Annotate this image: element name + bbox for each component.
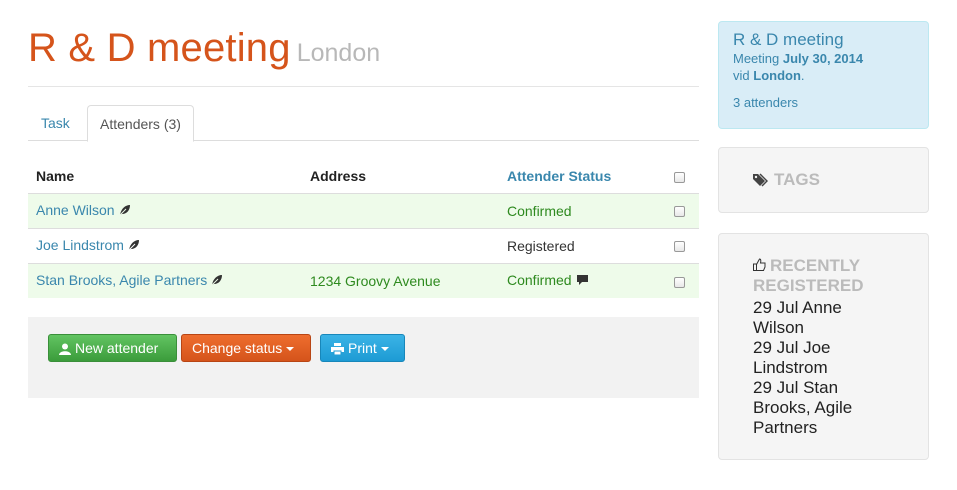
- column-header-address[interactable]: Address: [302, 159, 499, 193]
- change-status-label: Change status: [192, 340, 283, 356]
- page-header: R & D meeting London: [28, 26, 380, 71]
- recent-item: 29 Jul Joe Lindstrom: [753, 338, 831, 377]
- page-subtitle: London: [296, 39, 381, 67]
- thumbs-up-icon: [753, 258, 766, 271]
- tags-box: TAGS: [718, 147, 929, 213]
- attenders-table: Name Address Attender Status Anne Wilson…: [28, 159, 699, 298]
- table-row: Joe Lindstrom Registered: [28, 227, 699, 263]
- recent-item: 29 Jul Anne Wilson: [753, 298, 842, 337]
- new-attender-button[interactable]: New attender: [48, 334, 177, 362]
- recently-registered-box: RECENTLY REGISTERED 29 Jul Anne Wilson 2…: [718, 233, 929, 460]
- attender-status-cell: Registered: [499, 227, 659, 263]
- column-header-name[interactable]: Name: [28, 159, 302, 193]
- tab-task[interactable]: Task: [29, 105, 82, 141]
- tags-icon: [753, 173, 768, 187]
- recent-heading-text: RECENTLY REGISTERED: [753, 256, 864, 295]
- select-all-checkbox[interactable]: [673, 171, 685, 183]
- row-checkbox[interactable]: [673, 241, 685, 253]
- attender-name-link[interactable]: Anne Wilson: [36, 202, 115, 218]
- table-row: Anne Wilson Confirmed: [28, 192, 699, 228]
- row-checkbox[interactable]: [673, 206, 685, 218]
- table-row: Stan Brooks, Agile Partners 1234 Groovy …: [28, 262, 699, 298]
- row-select-cell: [659, 262, 699, 298]
- meeting-info-title: R & D meeting: [733, 30, 844, 49]
- row-select-cell: [659, 192, 699, 228]
- actions-bar: New attender Change status Print: [28, 317, 699, 398]
- meeting-location-line: vid London.: [733, 68, 805, 83]
- caret-down-icon: [286, 347, 295, 352]
- tags-heading-text: TAGS: [774, 170, 820, 189]
- row-checkbox[interactable]: [673, 276, 685, 288]
- recent-list: 29 Jul Anne Wilson 29 Jul Joe Lindstrom …: [753, 298, 894, 438]
- attender-name-cell: Anne Wilson: [28, 192, 302, 228]
- print-label: Print: [348, 340, 377, 356]
- comment-icon[interactable]: [576, 273, 589, 289]
- attender-status-text: Confirmed: [507, 272, 572, 289]
- column-header-status[interactable]: Attender Status: [499, 159, 659, 193]
- attender-name-cell: Stan Brooks, Agile Partners: [28, 262, 302, 298]
- meeting-prefix: Meeting: [733, 51, 780, 66]
- row-select-cell: [659, 227, 699, 263]
- user-icon: [59, 343, 71, 355]
- printer-icon: [331, 343, 344, 356]
- recent-heading: RECENTLY REGISTERED: [753, 256, 894, 296]
- table-header-row: Name Address Attender Status: [28, 159, 699, 193]
- caret-down-icon: [380, 347, 389, 352]
- meeting-info-box: R & D meeting Meeting July 30, 2014 vid …: [718, 21, 929, 129]
- print-button[interactable]: Print: [320, 334, 405, 362]
- recent-item: 29 Jul Stan Brooks, Agile Partners: [753, 378, 853, 437]
- header-divider: [28, 86, 699, 87]
- attender-address-cell: [302, 192, 499, 228]
- tab-bar: Task Attenders (3): [28, 105, 699, 142]
- via-prefix: vid: [733, 68, 750, 83]
- page-title: R & D meeting: [28, 26, 291, 70]
- leaf-icon: [211, 273, 223, 289]
- change-status-button[interactable]: Change status: [181, 334, 311, 362]
- leaf-icon: [119, 203, 131, 219]
- attender-address-cell: [302, 227, 499, 263]
- tab-attenders[interactable]: Attenders (3): [87, 105, 194, 142]
- new-attender-label: New attender: [75, 340, 159, 356]
- attender-name-cell: Joe Lindstrom: [28, 227, 302, 263]
- select-all-cell: [659, 159, 699, 193]
- meeting-date: July 30, 2014: [782, 51, 864, 66]
- attender-address-cell: 1234 Groovy Avenue: [302, 262, 499, 298]
- meeting-location: London: [753, 68, 801, 83]
- meeting-date-line: Meeting July 30, 2014: [733, 50, 914, 67]
- leaf-icon: [128, 238, 140, 254]
- tags-heading: TAGS: [753, 170, 894, 190]
- attender-status-cell: Confirmed: [499, 262, 659, 298]
- attender-name-link[interactable]: Joe Lindstrom: [36, 237, 124, 253]
- attender-name-link[interactable]: Stan Brooks, Agile Partners: [36, 272, 207, 288]
- attenders-count: 3 attenders: [733, 95, 799, 110]
- attender-status-cell: Confirmed: [499, 192, 659, 228]
